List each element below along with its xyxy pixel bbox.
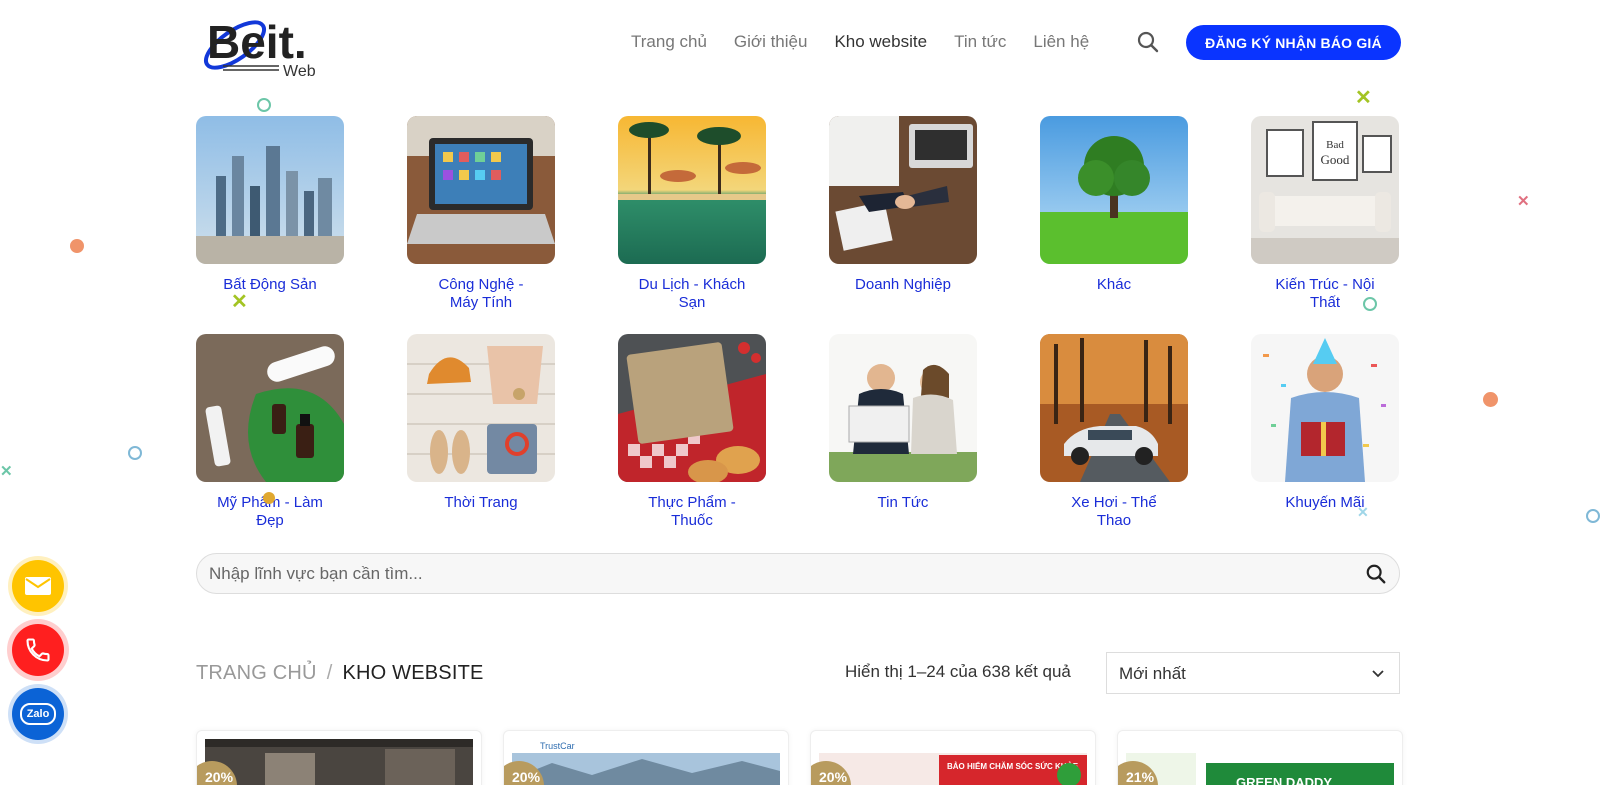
gift-man-image [1251,334,1399,482]
category-item[interactable]: Khuyến Mãi [1251,334,1399,512]
category-label[interactable]: Du Lịch - Khách Sạn [618,276,766,312]
decor-cross: ✕ [1517,193,1530,210]
cosmetics-image [196,334,344,482]
category-item[interactable]: Khác [1040,116,1188,294]
product-card[interactable]: BẢO HIỂM CHĂM SÓC SỨC KHỎE 20% [810,730,1096,785]
sort-selected-value: Mới nhất [1119,664,1186,683]
tree-field-image [1040,116,1188,264]
food-table-image [618,334,766,482]
category-label[interactable]: Thực Phẩm - Thuốc [618,494,766,530]
breadcrumb-separator: / [326,662,333,684]
fashion-flatlay-image [407,334,555,482]
business-handshake-image [829,116,977,264]
breadcrumb-home[interactable]: TRANG CHỦ [196,662,317,684]
decor-ring [1586,509,1600,523]
nav-about[interactable]: Giới thiệu [734,32,808,52]
decor-cross: ✕ [231,291,248,313]
logo[interactable]: Beit. Web [195,10,325,80]
beit-web-logo: Beit. Web [204,16,316,80]
svg-text:Beit.: Beit. [207,16,307,68]
phone-icon [26,638,50,662]
category-search-bar [196,553,1400,594]
category-item[interactable]: Doanh Nghiệp [829,116,977,294]
breadcrumb-current: KHO WEBSITE [342,662,484,684]
category-item[interactable]: Du Lịch - Khách Sạn [618,116,766,312]
svg-text:Bad: Bad [1326,139,1344,151]
mail-icon [25,577,51,595]
svg-text:Web: Web [283,63,316,80]
product-card[interactable]: TrustCar 20% [503,730,789,785]
main-nav: Trang chủ Giới thiệu Kho website Tin tức… [631,32,1116,52]
living-room-image: Bad Good [1251,116,1399,264]
nav-website-store[interactable]: Kho website [834,32,927,52]
category-search-input[interactable] [209,554,1329,593]
category-item[interactable]: Công Nghệ - Máy Tính [407,116,555,312]
decor-dot [70,239,84,253]
sort-select[interactable]: Mới nhất [1106,652,1400,694]
category-item[interactable]: Bad Good Kiến Trúc - Nội Thất [1251,116,1399,312]
svg-text:TrustCar: TrustCar [540,741,575,751]
category-item[interactable]: Thời Trang [407,334,555,512]
phone-contact-button[interactable] [12,624,64,676]
decor-dot [263,492,275,504]
search-icon[interactable] [1136,30,1160,54]
category-item[interactable]: Xe Hơi - Thể Thao [1040,334,1188,530]
reading-news-image [829,334,977,482]
result-count: Hiển thị 1–24 của 638 kết quả [845,662,1071,681]
chevron-down-icon [1371,667,1385,681]
category-label[interactable]: Khuyến Mãi [1251,494,1399,512]
zalo-icon: Zalo [19,703,57,725]
decor-ring [128,446,142,460]
nav-news[interactable]: Tin tức [954,32,1006,52]
decor-ring [257,98,271,112]
category-label[interactable]: Thời Trang [407,494,555,512]
decor-cross: ✕ [1355,87,1372,109]
category-label[interactable]: Khác [1040,276,1188,294]
svg-text:Good: Good [1321,152,1350,167]
nav-contact[interactable]: Liên hệ [1033,32,1089,52]
category-item[interactable]: Bất Động Sản [196,116,344,294]
city-skyline-image [196,116,344,264]
interior-site-thumbnail [205,739,473,785]
decor-dot [1483,392,1498,407]
product-card[interactable]: GREEN DADDY 21% [1117,730,1403,785]
breadcrumb: TRANG CHỦ / KHO WEBSITE [196,662,484,685]
category-item[interactable]: Thực Phẩm - Thuốc [618,334,766,530]
insurance-site-thumbnail: BẢO HIỂM CHĂM SÓC SỨC KHỎE [819,739,1087,785]
category-label[interactable]: Bất Động Sản [196,276,344,294]
green-site-thumbnail: GREEN DADDY [1126,739,1394,785]
category-label[interactable]: Kiến Trúc - Nội Thất [1251,276,1399,312]
category-label[interactable]: Tin Tức [829,494,977,512]
search-icon[interactable] [1365,563,1387,585]
product-card[interactable]: 20% [196,730,482,785]
decor-cross: ✕ [1357,504,1369,520]
nav-home[interactable]: Trang chủ [631,32,707,52]
laptop-image [407,116,555,264]
category-label[interactable]: Công Nghệ - Máy Tính [407,276,555,312]
category-label[interactable]: Doanh Nghiệp [829,276,977,294]
site-header: Beit. Web Trang chủ Giới thiệu Kho websi… [0,0,1600,90]
resort-pool-image [618,116,766,264]
category-item[interactable]: Tin Tức [829,334,977,512]
svg-text:GREEN DADDY: GREEN DADDY [1236,775,1332,785]
car-road-image [1040,334,1188,482]
decor-cross: ✕ [0,463,13,480]
decor-ring [1363,297,1377,311]
trustcar-site-thumbnail: TrustCar [512,739,780,785]
email-contact-button[interactable] [12,560,64,612]
get-quote-button[interactable]: ĐĂNG KÝ NHẬN BÁO GIÁ [1186,25,1401,60]
category-label[interactable]: Xe Hơi - Thể Thao [1040,494,1188,530]
zalo-contact-button[interactable]: Zalo [12,688,64,740]
